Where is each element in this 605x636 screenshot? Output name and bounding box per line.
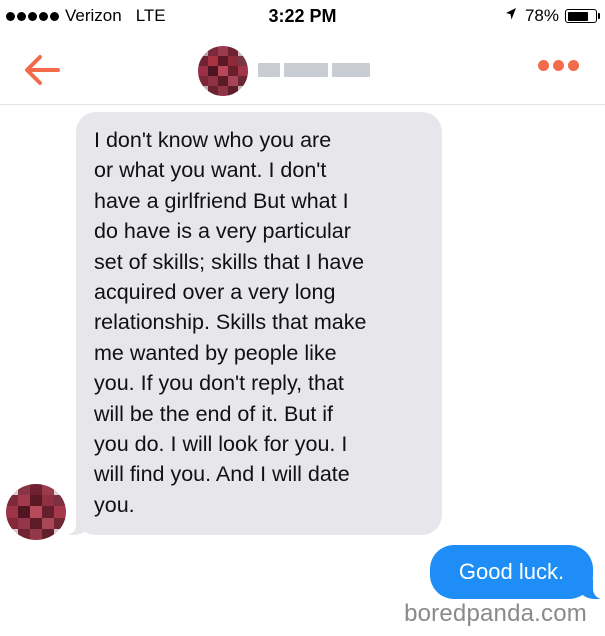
battery-percent: 78% (524, 6, 559, 25)
sender-avatar[interactable] (6, 484, 66, 540)
contact-avatar[interactable] (198, 46, 248, 96)
more-options-button[interactable] (538, 60, 579, 71)
battery-icon (565, 9, 600, 23)
outgoing-message-text: Good luck. (458, 559, 565, 584)
outgoing-message-bubble: Good luck. (430, 545, 605, 599)
battery-level-fill (567, 11, 588, 21)
watermark: boredpanda.com (404, 600, 587, 627)
more-dots-icon (538, 60, 549, 71)
status-bar: Verizon LTE 3:22 PM 78% (0, 0, 605, 36)
incoming-message-bubble: I don't know who you are or what you wan… (62, 112, 442, 535)
back-button[interactable] (22, 52, 62, 88)
location-arrow-icon (505, 6, 517, 26)
contact-name-redacted (258, 63, 370, 79)
back-arrow-icon (25, 55, 60, 85)
incoming-message-text: I don't know who you are or what you wan… (94, 128, 367, 517)
status-right: 78% (505, 6, 600, 26)
conversation-header (0, 36, 605, 105)
